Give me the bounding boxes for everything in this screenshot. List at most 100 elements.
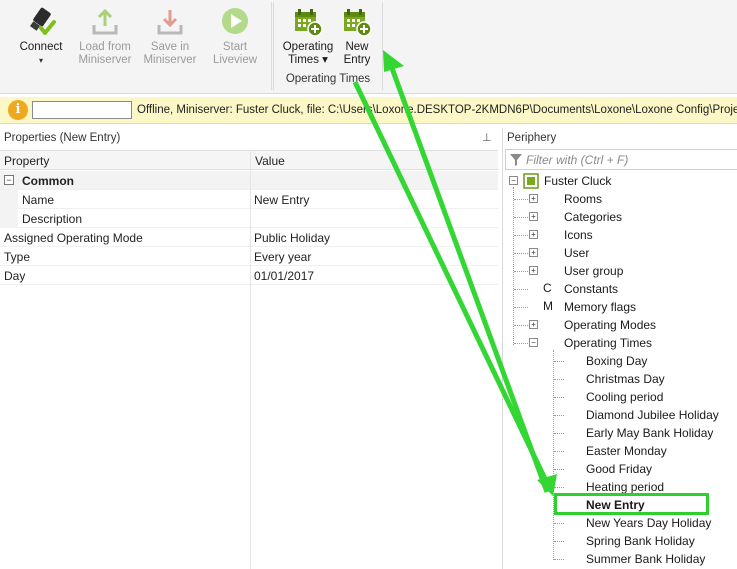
expand-icon[interactable]: + — [529, 212, 538, 221]
property-value[interactable]: 01/01/2017 — [254, 269, 314, 283]
tree-item-user[interactable]: + User — [529, 244, 729, 262]
save-in-miniserver-button[interactable]: Save in Miniserver — [139, 6, 201, 67]
tree-line — [554, 523, 564, 524]
lightbulb-icon — [543, 209, 559, 225]
connect-plug-icon — [30, 7, 56, 35]
expand-icon[interactable]: + — [529, 248, 538, 257]
property-value[interactable]: New Entry — [254, 193, 309, 207]
collapse-icon[interactable]: − — [4, 175, 14, 185]
operating-time-item[interactable]: Good Friday — [551, 460, 731, 478]
tree-line — [554, 361, 564, 362]
operating-time-item[interactable]: Diamond Jubilee Holiday — [551, 406, 731, 424]
operating-time-item[interactable]: Cooling period — [551, 388, 731, 406]
load-label-2: Miniserver — [78, 54, 132, 66]
calendar-icon — [565, 371, 581, 387]
svg-text:M: M — [543, 299, 553, 313]
operating-time-item[interactable]: Summer Bank Holiday — [551, 550, 731, 568]
tree-item-icons[interactable]: + Icons — [529, 226, 729, 244]
tree-label: Good Friday — [586, 462, 653, 476]
tree-label: Memory flags — [564, 300, 637, 314]
load-from-miniserver-icon — [92, 8, 118, 35]
tree-item-operating-modes[interactable]: + Operating Modes — [529, 316, 729, 334]
new-entry-label-1: New — [345, 41, 369, 53]
property-row-assigned-mode[interactable]: Assigned Operating Mode Public Holiday — [0, 228, 498, 247]
category-row-common[interactable]: − Common — [0, 171, 498, 190]
tree-label: Operating Times — [564, 336, 653, 350]
operating-time-item[interactable]: Christmas Day — [551, 370, 731, 388]
column-value[interactable]: Value — [255, 154, 285, 168]
tree-label: Boxing Day — [586, 354, 648, 368]
user-icon — [543, 245, 559, 261]
connect-label: Connect — [19, 41, 63, 53]
house-icon — [543, 191, 559, 207]
tree-item-rooms[interactable]: + Rooms — [529, 190, 729, 208]
tree-item-operating-times[interactable]: − Operating Times — [529, 334, 729, 352]
expand-icon[interactable]: + — [529, 230, 538, 239]
operating-time-item[interactable]: New Entry — [551, 496, 731, 514]
property-name: Day — [4, 269, 26, 283]
calendar-icon — [565, 407, 581, 423]
operating-time-item[interactable]: Spring Bank Holiday — [551, 532, 731, 550]
operating-time-item[interactable]: Boxing Day — [551, 352, 731, 370]
category-label: Common — [22, 174, 74, 188]
filter-icon — [510, 154, 522, 166]
tree-line — [554, 415, 564, 416]
tree-label: Cooling period — [586, 390, 664, 404]
gear-icon — [543, 317, 559, 333]
expand-icon[interactable]: + — [529, 320, 538, 329]
property-row-day[interactable]: Day 01/01/2017 — [0, 266, 498, 285]
tree-line — [554, 487, 564, 488]
operating-time-item[interactable]: New Years Day Holiday — [551, 514, 731, 532]
column-property[interactable]: Property — [4, 154, 49, 168]
tree-label: Rooms — [564, 192, 603, 206]
liveview-label-2: Liveview — [212, 54, 258, 66]
property-name: Type — [4, 250, 31, 264]
tree-line — [554, 433, 564, 434]
property-name: Description — [22, 212, 83, 226]
tree-line — [554, 559, 564, 560]
property-row-description[interactable]: Description — [0, 209, 498, 228]
tree-line — [554, 469, 564, 470]
tree-line — [514, 235, 528, 236]
status-search-input[interactable] — [32, 101, 132, 119]
connect-button[interactable]: Connect ▾ — [12, 6, 70, 67]
tree-line — [554, 451, 564, 452]
constants-c-icon: C — [543, 281, 559, 297]
ribbon-toolbar: Connect ▾ Load from Miniserver Save in M… — [0, 0, 737, 94]
property-value[interactable]: Every year — [254, 250, 311, 264]
tree-item-constants[interactable]: C Constants — [529, 280, 729, 298]
column-divider[interactable] — [250, 150, 251, 569]
expand-icon[interactable]: + — [529, 194, 538, 203]
operating-times-button[interactable]: Operating Times ▾ — [279, 6, 337, 67]
tree-label: Christmas Day — [586, 372, 665, 386]
tree-root-fuster-cluck[interactable]: − Fuster Cluck — [509, 172, 729, 190]
tree-line — [554, 541, 564, 542]
operating-time-item[interactable]: Easter Monday — [551, 442, 731, 460]
collapse-icon[interactable]: − — [509, 176, 518, 185]
expand-icon[interactable]: + — [529, 266, 538, 275]
start-liveview-button[interactable]: Start Liveview — [206, 6, 264, 67]
property-name: Assigned Operating Mode — [4, 231, 143, 245]
calendar-add-icon — [344, 9, 372, 37]
pin-icon[interactable]: ⊥ — [482, 131, 492, 144]
calendar-icon — [565, 443, 581, 459]
filter-input[interactable] — [526, 152, 734, 168]
tree-item-memory-flags[interactable]: M Memory flags — [529, 298, 729, 316]
tree-line — [514, 271, 528, 272]
properties-title: Properties (New Entry) — [4, 132, 121, 144]
new-entry-button[interactable]: New Entry — [336, 6, 378, 67]
tree-item-user-group[interactable]: + User group — [529, 262, 729, 280]
operating-time-item[interactable]: Early May Bank Holiday — [551, 424, 731, 442]
load-from-miniserver-button[interactable]: Load from Miniserver — [74, 6, 136, 67]
ribbon-group-miniserver: Connect ▾ Load from Miniserver Save in M… — [0, 2, 272, 90]
load-label-1: Load from — [79, 41, 131, 53]
calendar-icon — [565, 515, 581, 531]
tree-item-categories[interactable]: + Categories — [529, 208, 729, 226]
liveview-label-1: Start — [222, 41, 248, 53]
save-in-miniserver-icon — [157, 10, 183, 35]
property-row-name[interactable]: Name New Entry — [0, 190, 498, 209]
property-row-type[interactable]: Type Every year — [0, 247, 498, 266]
svg-text:C: C — [543, 281, 552, 295]
property-value[interactable]: Public Holiday — [254, 231, 330, 245]
collapse-icon[interactable]: − — [529, 338, 538, 347]
